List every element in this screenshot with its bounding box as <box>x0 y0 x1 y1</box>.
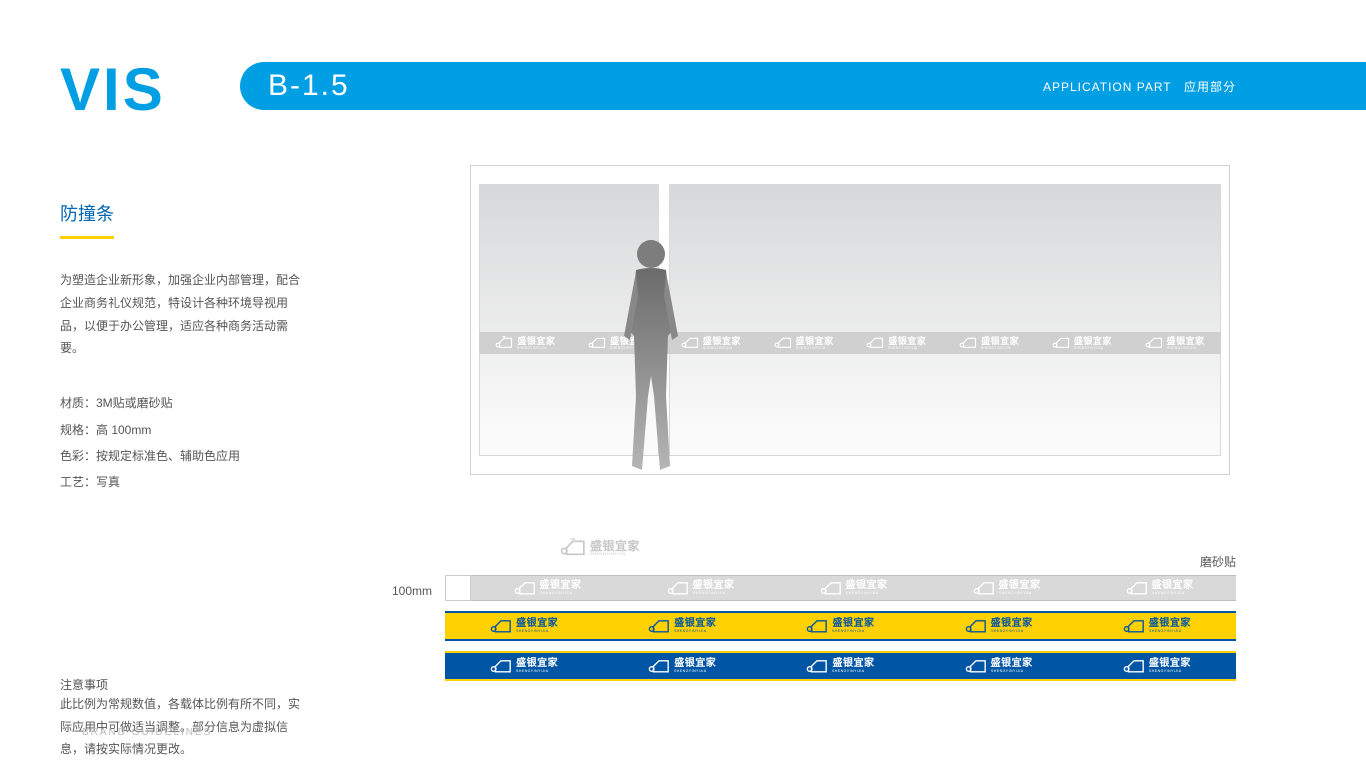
strip-yellow: 盛银宜家SHENGYINYIJIA 盛银宜家SHENGYINYIJIA 盛银宜家… <box>445 611 1236 641</box>
dimension-label: 100mm <box>392 584 432 598</box>
notes-heading: 注意事项 <box>60 676 310 693</box>
brand-logo: 盛银宜家SHENGYINYIJIA <box>495 336 555 350</box>
brand-logo: 盛银宜家SHENGYINYIJIA <box>490 618 558 634</box>
brand-logo: 盛银宜家SHENGYINYIJIA <box>965 618 1033 634</box>
description-text: 为塑造企业新形象，加强企业内部管理，配合企业商务礼仪规范，特设计各种环境导视用品… <box>60 269 310 360</box>
brand-logo: 盛银宜家SHENGYINYIJIA <box>490 658 558 674</box>
brand-logo: 盛银宜家SHENGYINYIJIA <box>1126 580 1194 596</box>
brand-logo: 盛银宜家SHENGYINYIJIA <box>774 336 834 350</box>
section-title: 防撞条 <box>60 200 114 239</box>
page: VIS B-1.5 APPLICATION PART 应用部分 防撞条 为塑造企… <box>0 0 1366 768</box>
vis-mark: VIS <box>60 55 166 124</box>
brand-logo: 盛银宜家SHENGYINYIJIA <box>806 618 874 634</box>
brand-logo: 盛银宜家SHENGYINYIJIA <box>1123 658 1191 674</box>
brand-logo: 盛银宜家SHENGYINYIJIA <box>866 336 926 350</box>
spec-block: 材质：3M贴或磨砂贴 规格：高 100mm 色彩：按规定标准色、辅助色应用 工艺… <box>60 390 310 496</box>
footer-text: BRAND GUIDELINES <box>82 727 212 738</box>
person-silhouette-icon <box>606 236 696 474</box>
spec-size: 规格：高 100mm <box>60 417 310 443</box>
brand-logo: 盛银宜家SHENGYINYIJIA <box>973 580 1041 596</box>
application-part-label: APPLICATION PART 应用部分 <box>1043 78 1236 95</box>
spec-color: 色彩：按规定标准色、辅助色应用 <box>60 443 310 469</box>
brand-logo: 盛银宜家SHENGYINYIJIA <box>648 658 716 674</box>
size-cell <box>445 575 471 601</box>
spec-material: 材质：3M贴或磨砂贴 <box>60 390 310 416</box>
brand-logo: 盛银宜家SHENGYINYIJIA <box>820 580 888 596</box>
glass-panel-right <box>669 184 1221 456</box>
anti-collision-strip-scene: 盛银宜家SHENGYINYIJIA 盛银宜家SHENGYINYIJIA 盛银宜家… <box>479 332 1221 354</box>
brand-logo: 盛银宜家SHENGYINYIJIA <box>1145 336 1205 350</box>
app-part-en: APPLICATION PART <box>1043 80 1172 94</box>
door-mockup: 盛银宜家SHENGYINYIJIA 盛银宜家SHENGYINYIJIA 盛银宜家… <box>470 165 1230 475</box>
brand-logo: 盛银宜家SHENGYINYIJIA <box>648 618 716 634</box>
brand-logo: 盛银宜家SHENGYINYIJIA <box>514 580 582 596</box>
strip-gray: 盛银宜家SHENGYINYIJIA 盛银宜家SHENGYINYIJIA 盛银宜家… <box>471 575 1236 601</box>
strip-samples: 盛银宜家SHENGYINYIJIA 盛银宜家SHENGYINYIJIA 盛银宜家… <box>445 575 1236 681</box>
brand-logo: 盛银宜家SHENGYINYIJIA <box>965 658 1033 674</box>
frosted-label: 磨砂贴 <box>1200 553 1236 570</box>
brand-logo: 盛银宜家SHENGYINYIJIA <box>667 580 735 596</box>
strip-blue: 盛银宜家SHENGYINYIJIA 盛银宜家SHENGYINYIJIA 盛银宜家… <box>445 651 1236 681</box>
brand-logo: 盛银宜家SHENGYINYIJIA <box>959 336 1019 350</box>
brand-logo: 盛银宜家SHENGYINYIJIA <box>1123 618 1191 634</box>
app-part-cn: 应用部分 <box>1184 80 1236 94</box>
brand-logo: 盛银宜家SHENGYINYIJIA <box>1052 336 1112 350</box>
spec-process: 工艺：写真 <box>60 469 310 495</box>
section-code: B-1.5 <box>268 69 350 103</box>
brand-logo: 盛银宜家SHENGYINYIJIA <box>806 658 874 674</box>
brand-logo-enlarged: 盛银宜家SHENGYINYIJIA <box>560 538 640 558</box>
header-bar: B-1.5 APPLICATION PART 应用部分 <box>240 62 1366 110</box>
left-column: 防撞条 为塑造企业新形象，加强企业内部管理，配合企业商务礼仪规范，特设计各种环境… <box>60 200 310 761</box>
